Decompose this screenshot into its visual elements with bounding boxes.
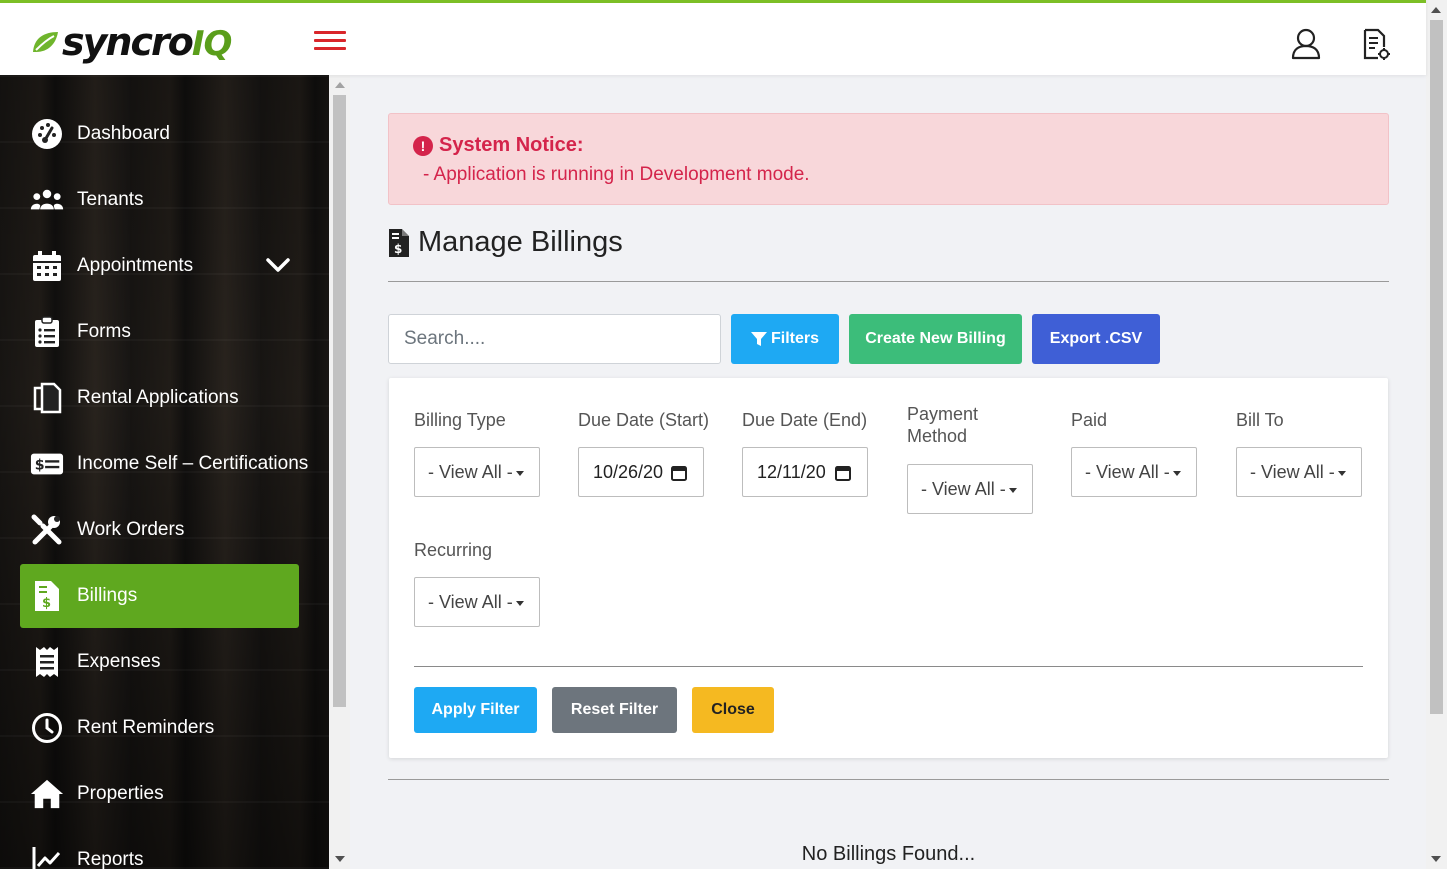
export-csv-button[interactable]: Export .CSV [1032, 314, 1160, 364]
divider [388, 779, 1389, 780]
hamburger-menu-icon[interactable] [314, 31, 346, 53]
sidebar-item-work-orders[interactable]: Work Orders [20, 498, 299, 562]
chevron-down-icon[interactable] [266, 256, 290, 274]
caret-down-icon [1337, 470, 1346, 476]
copy-icon [30, 381, 64, 415]
close-filter-button[interactable]: Close [692, 687, 774, 733]
billing-type-label: Billing Type [414, 410, 506, 430]
user-icon[interactable] [1290, 27, 1322, 61]
scroll-down-arrow-icon[interactable] [335, 856, 345, 862]
svg-text:$: $ [42, 596, 51, 611]
home-icon [30, 777, 64, 811]
paid-label: Paid [1071, 410, 1108, 430]
sidebar-item-tenants[interactable]: Tenants [20, 168, 299, 232]
sidebar: Dashboard Tenants Appointments Forms Ren… [0, 75, 329, 869]
tools-icon [30, 513, 64, 547]
filters-button[interactable]: Filters [731, 314, 839, 364]
recurring-label: Recurring [414, 540, 493, 560]
money-icon: $ [30, 447, 64, 481]
clock-icon [30, 711, 64, 745]
payment-method-label: Payment Method [907, 404, 979, 446]
scroll-up-arrow-icon[interactable] [335, 82, 345, 88]
calendar-picker-icon[interactable] [671, 465, 687, 481]
divider [388, 281, 1389, 282]
sidebar-scroll-thumb[interactable] [333, 95, 346, 707]
document-icon[interactable] [1360, 27, 1392, 61]
due-date-start-label: Due Date (Start) [578, 410, 710, 430]
svg-text:$: $ [394, 242, 402, 256]
top-bar: syncroIQ [0, 0, 1426, 75]
sidebar-item-expenses[interactable]: Expenses [20, 630, 299, 694]
sidebar-item-rental-applications[interactable]: Rental Applications [20, 366, 299, 430]
sidebar-item-rent-reminders[interactable]: Rent Reminders [20, 696, 299, 760]
calendar-icon [30, 249, 64, 283]
syncroiq-logo[interactable]: syncroIQ [30, 20, 232, 65]
due-date-end-input[interactable]: 12/11/20 [742, 447, 868, 497]
sidebar-item-dashboard[interactable]: Dashboard [20, 102, 299, 166]
page-scroll-down-arrow-icon[interactable] [1431, 856, 1441, 862]
create-new-billing-button[interactable]: Create New Billing [849, 314, 1022, 364]
invoice-icon: $ [30, 579, 64, 613]
due-date-end-label: Due Date (End) [742, 410, 868, 430]
search-input[interactable] [388, 314, 721, 364]
clipboard-icon [30, 315, 64, 349]
reset-filter-button[interactable]: Reset Filter [552, 687, 677, 733]
sidebar-item-properties[interactable]: Properties [20, 762, 299, 826]
chart-icon [30, 843, 64, 869]
filter-icon [750, 332, 767, 346]
receipt-icon [30, 645, 64, 679]
page-title: $ Manage Billings [388, 226, 623, 259]
billing-type-select[interactable]: - View All - [414, 447, 540, 497]
page-scrollbar[interactable] [1426, 0, 1447, 869]
notice-message: - Application is running in Development … [423, 164, 810, 185]
caret-down-icon [1172, 470, 1181, 476]
bill-to-label: Bill To [1236, 410, 1284, 430]
sidebar-item-billings[interactable]: $ Billings [20, 564, 299, 628]
page-scroll-thumb[interactable] [1430, 20, 1443, 714]
leaf-icon [33, 32, 58, 52]
page-scroll-up-arrow-icon[interactable] [1431, 7, 1441, 13]
sidebar-scrollbar[interactable] [329, 75, 350, 869]
bill-to-select[interactable]: - View All - [1236, 447, 1362, 497]
filter-panel: Billing Type - View All - Due Date (Star… [389, 378, 1388, 758]
caret-down-icon [515, 600, 524, 606]
logo-text: syncroIQ [62, 20, 232, 64]
recurring-select[interactable]: - View All - [414, 577, 540, 627]
divider [414, 666, 1363, 667]
notice-title: System Notice: [439, 134, 584, 156]
sidebar-item-income-certifications[interactable]: $ Income Self – Certifications [20, 432, 308, 496]
sidebar-item-reports[interactable]: Reports [20, 828, 299, 869]
caret-down-icon [515, 470, 524, 476]
payment-method-select[interactable]: - View All - [907, 464, 1033, 514]
sidebar-item-appointments[interactable]: Appointments [20, 234, 299, 298]
due-date-start-input[interactable]: 10/26/20 [578, 447, 704, 497]
paid-select[interactable]: - View All - [1071, 447, 1197, 497]
calendar-picker-icon[interactable] [835, 465, 851, 481]
invoice-dollar-icon: $ [389, 228, 409, 257]
caret-down-icon [1008, 487, 1017, 493]
dashboard-icon [30, 117, 64, 151]
svg-text:$: $ [35, 458, 45, 474]
apply-filter-button[interactable]: Apply Filter [414, 687, 537, 733]
system-notice-alert: ! System Notice: - Application is runnin… [388, 113, 1389, 205]
sidebar-item-forms[interactable]: Forms [20, 300, 299, 364]
exclamation-circle-icon: ! [413, 135, 433, 156]
users-icon [30, 183, 64, 217]
empty-results-message: No Billings Found... [801, 843, 976, 865]
